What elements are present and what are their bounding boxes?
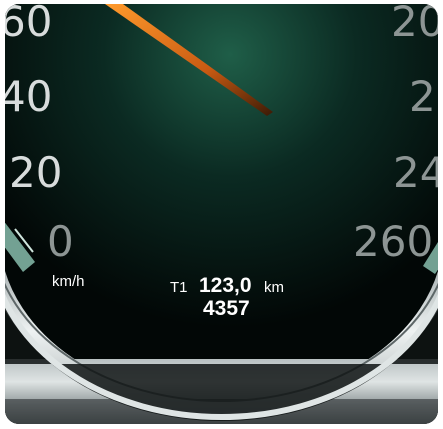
dashboard-photo: 60 40 20 0 200 220 240 260 km/h T1 123,0… — [0, 0, 443, 429]
scale-label-40: 40 — [5, 72, 52, 121]
scale-label-260: 260 — [353, 217, 433, 266]
trip-unit: km — [264, 279, 284, 296]
scale-label-0: 0 — [47, 217, 74, 266]
scale-label-200: 200 — [391, 4, 438, 46]
odometer-value: 4357 — [203, 297, 250, 320]
scale-label-60: 60 — [5, 4, 52, 46]
scale-label-220: 220 — [409, 72, 438, 121]
speed-unit-label: km/h — [52, 273, 85, 290]
trip-label: T1 — [170, 279, 188, 296]
speedometer-svg: 60 40 20 0 200 220 240 260 km/h T1 123,0… — [5, 4, 438, 424]
scale-label-240: 240 — [393, 148, 438, 197]
trip-value: 123,0 — [199, 274, 252, 297]
instrument-cluster: 60 40 20 0 200 220 240 260 km/h T1 123,0… — [5, 4, 438, 424]
scale-label-20: 20 — [9, 148, 62, 197]
